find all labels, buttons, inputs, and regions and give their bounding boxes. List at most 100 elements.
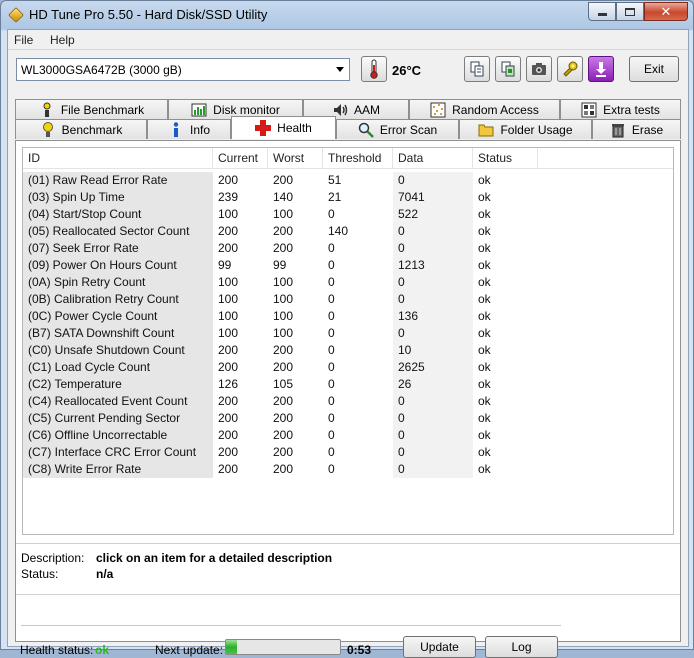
cell-current: 100 <box>218 326 239 340</box>
cell-threshold: 21 <box>328 190 342 204</box>
cell-id: (C6) Offline Uncorrectable <box>23 427 213 444</box>
copy-icon <box>470 61 484 77</box>
cell-id: (01) Raw Read Error Rate <box>23 172 213 189</box>
cell-id: (0A) Spin Retry Count <box>23 274 213 291</box>
minimize-button[interactable] <box>588 2 616 21</box>
cell-data: 10 <box>393 342 473 359</box>
divider <box>16 594 680 595</box>
column-header-id[interactable]: ID <box>23 148 213 169</box>
table-row[interactable]: (07) Seek Error Rate 200 200 0 0 ok <box>23 240 543 257</box>
cell-threshold: 0 <box>328 394 335 408</box>
next-update-label: Next update: <box>155 643 224 657</box>
smart-attributes-table[interactable]: ID Current Worst Threshold Data Status (… <box>22 147 674 535</box>
table-row[interactable]: (01) Raw Read Error Rate 200 200 51 0 ok <box>23 172 543 189</box>
close-icon: ✕ <box>660 4 672 19</box>
cell-current: 200 <box>218 428 239 442</box>
log-button[interactable]: Log <box>485 636 558 658</box>
maximize-button[interactable] <box>616 2 644 21</box>
table-row[interactable]: (C5) Current Pending Sector 200 200 0 0 ok <box>23 410 543 427</box>
cell-data: 0 <box>393 461 473 478</box>
menu-bar: File Help <box>8 30 688 50</box>
options-button[interactable] <box>557 56 583 82</box>
close-button[interactable]: ✕ <box>644 2 688 21</box>
cell-worst: 100 <box>273 275 294 289</box>
camera-icon <box>532 63 546 75</box>
cell-data: 0 <box>393 325 473 342</box>
cell-worst: 200 <box>273 428 294 442</box>
cell-data: 136 <box>393 308 473 325</box>
cell-data: 0 <box>393 274 473 291</box>
tab-info-label: Info <box>189 122 210 137</box>
table-row[interactable]: (0C) Power Cycle Count 100 100 0 136 ok <box>23 308 543 325</box>
cell-threshold: 51 <box>328 173 342 187</box>
cell-status: ok <box>478 275 491 289</box>
chevron-down-icon[interactable] <box>331 59 349 80</box>
screenshot-button[interactable] <box>526 56 552 82</box>
copy-button[interactable] <box>464 56 490 82</box>
health-status-label: Health status: <box>20 643 94 657</box>
table-row[interactable]: (04) Start/Stop Count 100 100 0 522 ok <box>23 206 543 223</box>
table-row[interactable]: (0A) Spin Retry Count 100 100 0 0 ok <box>23 274 543 291</box>
tab-extra-tests[interactable]: Extra tests <box>560 99 681 119</box>
tab-health[interactable]: Health <box>231 116 336 139</box>
table-row[interactable]: (03) Spin Up Time 239 140 21 7041 ok <box>23 189 543 206</box>
cell-id: (C0) Unsafe Shutdown Count <box>23 342 213 359</box>
cell-threshold: 0 <box>328 292 335 306</box>
next-update-countdown: 0:53 <box>347 643 372 657</box>
tab-benchmark[interactable]: Benchmark <box>15 119 147 139</box>
cell-status: ok <box>478 258 491 272</box>
tab-error-scan[interactable]: Error Scan <box>336 119 459 139</box>
cell-status: ok <box>478 190 491 204</box>
temperature-button[interactable] <box>361 56 387 82</box>
column-header-status[interactable]: Status <box>473 148 538 169</box>
tab-benchmark-label: Benchmark <box>61 122 123 137</box>
tab-folder-usage[interactable]: Folder Usage <box>459 119 592 139</box>
table-row[interactable]: (C2) Temperature 126 105 0 26 ok <box>23 376 543 393</box>
cell-current: 200 <box>218 462 239 476</box>
tab-error-scan-label: Error Scan <box>379 122 438 137</box>
table-row[interactable]: (09) Power On Hours Count 99 99 0 1213 ok <box>23 257 543 274</box>
update-button[interactable]: Update <box>403 636 476 658</box>
tabs-bottom-row: Benchmark Info Health Error Scan Folder … <box>15 116 681 139</box>
table-row[interactable]: (C7) Interface CRC Error Count 200 200 0 0 ok <box>23 444 543 461</box>
drive-select[interactable]: WL3000GSA6472B (3000 gB) <box>16 58 350 81</box>
table-row[interactable]: (05) Reallocated Sector Count 200 200 140 0 o… <box>23 223 543 240</box>
copy-all-button[interactable] <box>495 56 521 82</box>
cell-current: 99 <box>218 258 232 272</box>
cell-current: 200 <box>218 360 239 374</box>
table-row[interactable]: (C4) Reallocated Event Count 200 200 0 0 ok <box>23 393 543 410</box>
column-header-current[interactable]: Current <box>213 148 268 169</box>
title-bar[interactable]: HD Tune Pro 5.50 - Hard Disk/SSD Utility… <box>1 1 693 29</box>
tab-random-access[interactable]: Random Access <box>409 99 560 119</box>
table-row[interactable]: (C8) Write Error Rate 200 200 0 0 ok <box>23 461 543 478</box>
cell-data: 0 <box>393 444 473 461</box>
cell-current: 200 <box>218 445 239 459</box>
menu-help[interactable]: Help <box>50 33 75 47</box>
column-header-threshold[interactable]: Threshold <box>323 148 393 169</box>
column-header-data[interactable]: Data <box>393 148 473 169</box>
lightbulb-icon <box>40 121 56 138</box>
menu-file[interactable]: File <box>14 33 33 47</box>
table-row[interactable]: (0B) Calibration Retry Count 100 100 0 0 ok <box>23 291 543 308</box>
save-button[interactable] <box>588 56 614 82</box>
column-header-worst[interactable]: Worst <box>268 148 323 169</box>
cell-data: 0 <box>393 240 473 257</box>
cell-worst: 200 <box>273 394 294 408</box>
cell-status: ok <box>478 411 491 425</box>
health-status-value: ok <box>95 643 110 657</box>
cell-data: 2625 <box>393 359 473 376</box>
table-row[interactable]: (B7) SATA Downshift Count 100 100 0 0 ok <box>23 325 543 342</box>
cell-status: ok <box>478 343 491 357</box>
trash-icon <box>610 122 626 138</box>
table-row[interactable]: (C0) Unsafe Shutdown Count 200 200 0 10 ok <box>23 342 543 359</box>
tab-info[interactable]: Info <box>147 119 231 139</box>
table-row[interactable]: (C6) Offline Uncorrectable 200 200 0 0 ok <box>23 427 543 444</box>
tab-file-benchmark[interactable]: File Benchmark <box>15 99 168 119</box>
exit-button[interactable]: Exit <box>629 56 679 82</box>
app-window: HD Tune Pro 5.50 - Hard Disk/SSD Utility… <box>0 0 694 658</box>
cell-id: (0B) Calibration Retry Count <box>23 291 213 308</box>
cell-threshold: 0 <box>328 411 335 425</box>
table-row[interactable]: (C1) Load Cycle Count 200 200 0 2625 ok <box>23 359 543 376</box>
tab-erase[interactable]: Erase <box>592 119 681 139</box>
cell-current: 100 <box>218 207 239 221</box>
